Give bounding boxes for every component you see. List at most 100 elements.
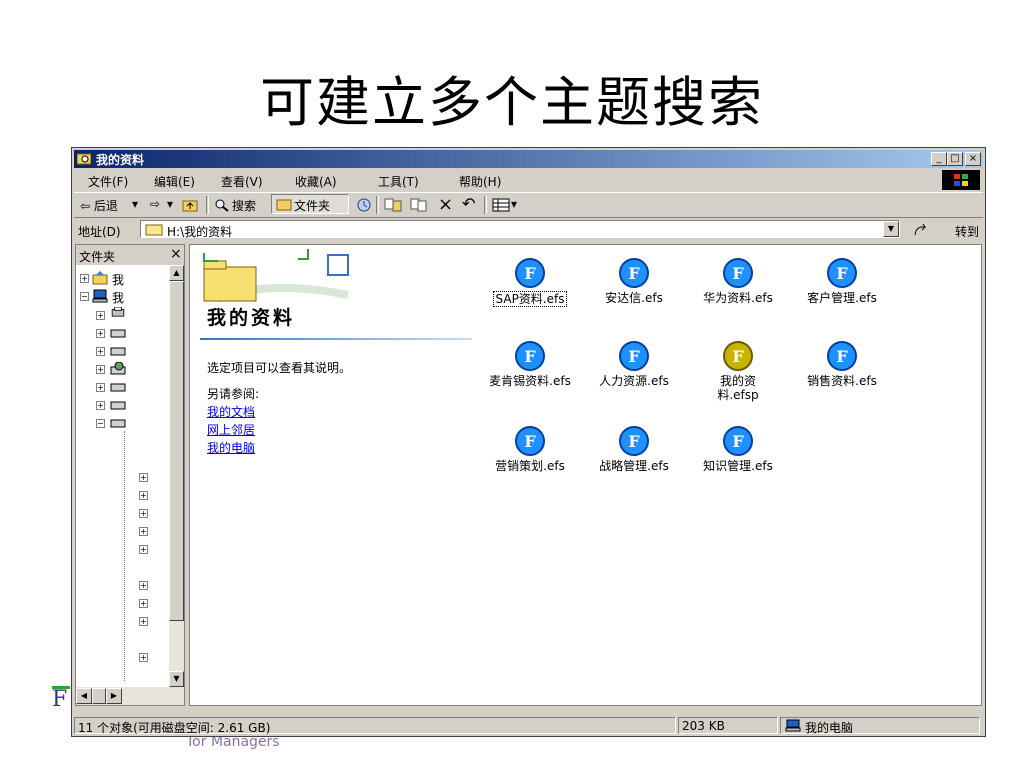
status-size: 203 KB — [678, 717, 778, 734]
tree-expander[interactable]: + — [139, 509, 148, 518]
go-button[interactable]: 转到 — [955, 223, 979, 240]
folders-horizontal-scrollbar[interactable]: ◀ ▶ — [76, 687, 184, 705]
slide-logo: F — [52, 687, 68, 712]
link-network-places[interactable]: 网上邻居 — [207, 421, 255, 438]
views-dropdown[interactable]: ▾ — [511, 197, 517, 211]
file-item[interactable]: F 客户管理.efs — [792, 257, 892, 305]
move-to-icon[interactable] — [384, 198, 402, 212]
file-item[interactable]: F 麦肯锡资料.efs — [480, 340, 580, 388]
close-icon[interactable]: × — [170, 246, 182, 262]
tree-expander[interactable]: + — [96, 347, 105, 356]
file-item[interactable]: F SAP资料.efs — [480, 257, 580, 307]
content-pane: 我的资料 选定项目可以查看其说明。 另请参阅: 我的文档 网上邻居 我的电脑 F… — [189, 244, 982, 706]
file-item[interactable]: F 知识管理.efs — [688, 425, 788, 473]
file-name: 麦肯锡资料.efs — [489, 374, 571, 388]
undo-icon[interactable]: ↶ — [462, 194, 475, 213]
search-button[interactable]: 搜索 — [232, 197, 256, 214]
hard-drive-icon — [110, 419, 126, 428]
scroll-up-button[interactable]: ▲ — [169, 265, 184, 281]
efs-file-icon: F — [515, 341, 545, 371]
minimize-button[interactable]: _ — [931, 152, 947, 166]
folders-pane-header: 文件夹 × — [76, 245, 184, 265]
selection-hint: 选定项目可以查看其说明。 — [207, 361, 352, 375]
tree-expander[interactable]: + — [139, 545, 148, 554]
hard-drive-icon — [110, 383, 126, 392]
efs-file-icon: F — [723, 258, 753, 288]
file-item[interactable]: F 战略管理.efs — [584, 425, 684, 473]
menu-view[interactable]: 查看(V) — [221, 173, 263, 190]
file-item[interactable]: F 安达信.efs — [584, 257, 684, 305]
tree-expander[interactable]: + — [96, 311, 105, 320]
tree-expander[interactable]: + — [139, 653, 148, 662]
svg-text:F: F — [628, 264, 640, 283]
efs-file-icon: F — [827, 341, 857, 371]
close-button[interactable]: × — [965, 152, 981, 166]
link-my-computer[interactable]: 我的电脑 — [207, 439, 255, 456]
tree-expander[interactable]: + — [139, 581, 148, 590]
menu-tools[interactable]: 工具(T) — [378, 173, 419, 190]
status-bar: 11 个对象(可用磁盘空间: 2.61 GB) 203 KB 我的电脑 — [74, 716, 983, 736]
tree-expander[interactable]: + — [96, 383, 105, 392]
file-item[interactable]: F 人力资源.efs — [584, 340, 684, 388]
menu-help[interactable]: 帮助(H) — [459, 173, 501, 190]
scroll-right-button[interactable]: ▶ — [106, 688, 122, 704]
tree-expander[interactable]: + — [96, 365, 105, 374]
hard-drive-icon — [110, 329, 126, 338]
menu-edit[interactable]: 编辑(E) — [154, 173, 195, 190]
svg-text:F: F — [628, 432, 640, 451]
address-input[interactable]: H:\我的资料 ▼ — [140, 220, 900, 239]
forward-button[interactable]: ⇨ — [150, 197, 160, 211]
delete-icon[interactable]: × — [438, 194, 453, 215]
heading-underline — [200, 338, 472, 340]
tree-expander[interactable]: + — [96, 401, 105, 410]
maximize-button[interactable]: □ — [947, 152, 963, 166]
go-arrow-icon[interactable] — [913, 223, 929, 237]
copy-to-icon[interactable] — [410, 198, 428, 212]
folders-button[interactable]: 文件夹 — [271, 194, 349, 214]
folders-pane: 文件夹 × + 我 − 我 + + + + + + − + + + + + + … — [75, 244, 185, 706]
tree-expander[interactable]: − — [96, 419, 105, 428]
tree-expander[interactable]: + — [96, 329, 105, 338]
menu-favorites[interactable]: 收藏(A) — [295, 173, 337, 190]
efs-file-icon: F — [619, 341, 649, 371]
forward-dropdown[interactable]: ▾ — [167, 197, 173, 211]
tree-expander[interactable]: + — [139, 599, 148, 608]
address-bar: 地址(D) H:\我的资料 ▼ 转到 — [74, 219, 983, 241]
tree-expander[interactable]: + — [139, 617, 148, 626]
views-icon[interactable] — [492, 198, 510, 212]
file-name: 人力资源.efs — [599, 374, 669, 388]
back-button[interactable]: ⇦ 后退 — [80, 197, 118, 214]
title-bar[interactable]: 我的资料 _ □ × — [74, 150, 983, 168]
efs-file-icon: F — [827, 258, 857, 288]
scroll-down-button[interactable]: ▼ — [169, 671, 184, 687]
scroll-left-button[interactable]: ◀ — [76, 688, 92, 704]
file-name: 战略管理.efs — [599, 459, 669, 473]
address-path: H:\我的资料 — [167, 225, 233, 239]
scroll-thumb[interactable] — [169, 281, 184, 621]
status-size-text: 203 KB — [682, 719, 725, 733]
tree-expander[interactable]: + — [139, 491, 148, 500]
svg-text:F: F — [524, 264, 536, 283]
efsp-file-icon: F — [723, 341, 753, 371]
file-name: 知识管理.efs — [703, 459, 773, 473]
file-item[interactable]: F 我的资料.efsp — [688, 340, 788, 402]
tree-expander[interactable]: + — [139, 527, 148, 536]
back-dropdown[interactable]: ▾ — [132, 197, 138, 211]
slide-title: 可建立多个主题搜索 — [260, 71, 764, 134]
file-item[interactable]: F 华为资料.efs — [688, 257, 788, 305]
tree-expander[interactable]: + — [139, 473, 148, 482]
tree-item-label: 我 — [112, 273, 125, 287]
folders-vertical-scrollbar[interactable]: ▲ ▼ — [169, 265, 184, 687]
status-location: 我的电脑 — [780, 717, 980, 735]
file-item[interactable]: F 销售资料.efs — [792, 340, 892, 388]
history-icon[interactable] — [356, 197, 372, 213]
address-dropdown[interactable]: ▼ — [883, 221, 899, 237]
menu-file[interactable]: 文件(F) — [88, 173, 128, 190]
file-item[interactable]: F 营销策划.efs — [480, 425, 580, 473]
scroll-thumb[interactable] — [92, 688, 106, 704]
status-objects-text: 11 个对象(可用磁盘空间: 2.61 GB) — [78, 721, 271, 735]
up-folder-icon[interactable] — [182, 198, 198, 212]
address-label: 地址(D) — [78, 225, 121, 239]
svg-text:F: F — [836, 347, 848, 366]
link-my-documents[interactable]: 我的文档 — [207, 403, 255, 420]
